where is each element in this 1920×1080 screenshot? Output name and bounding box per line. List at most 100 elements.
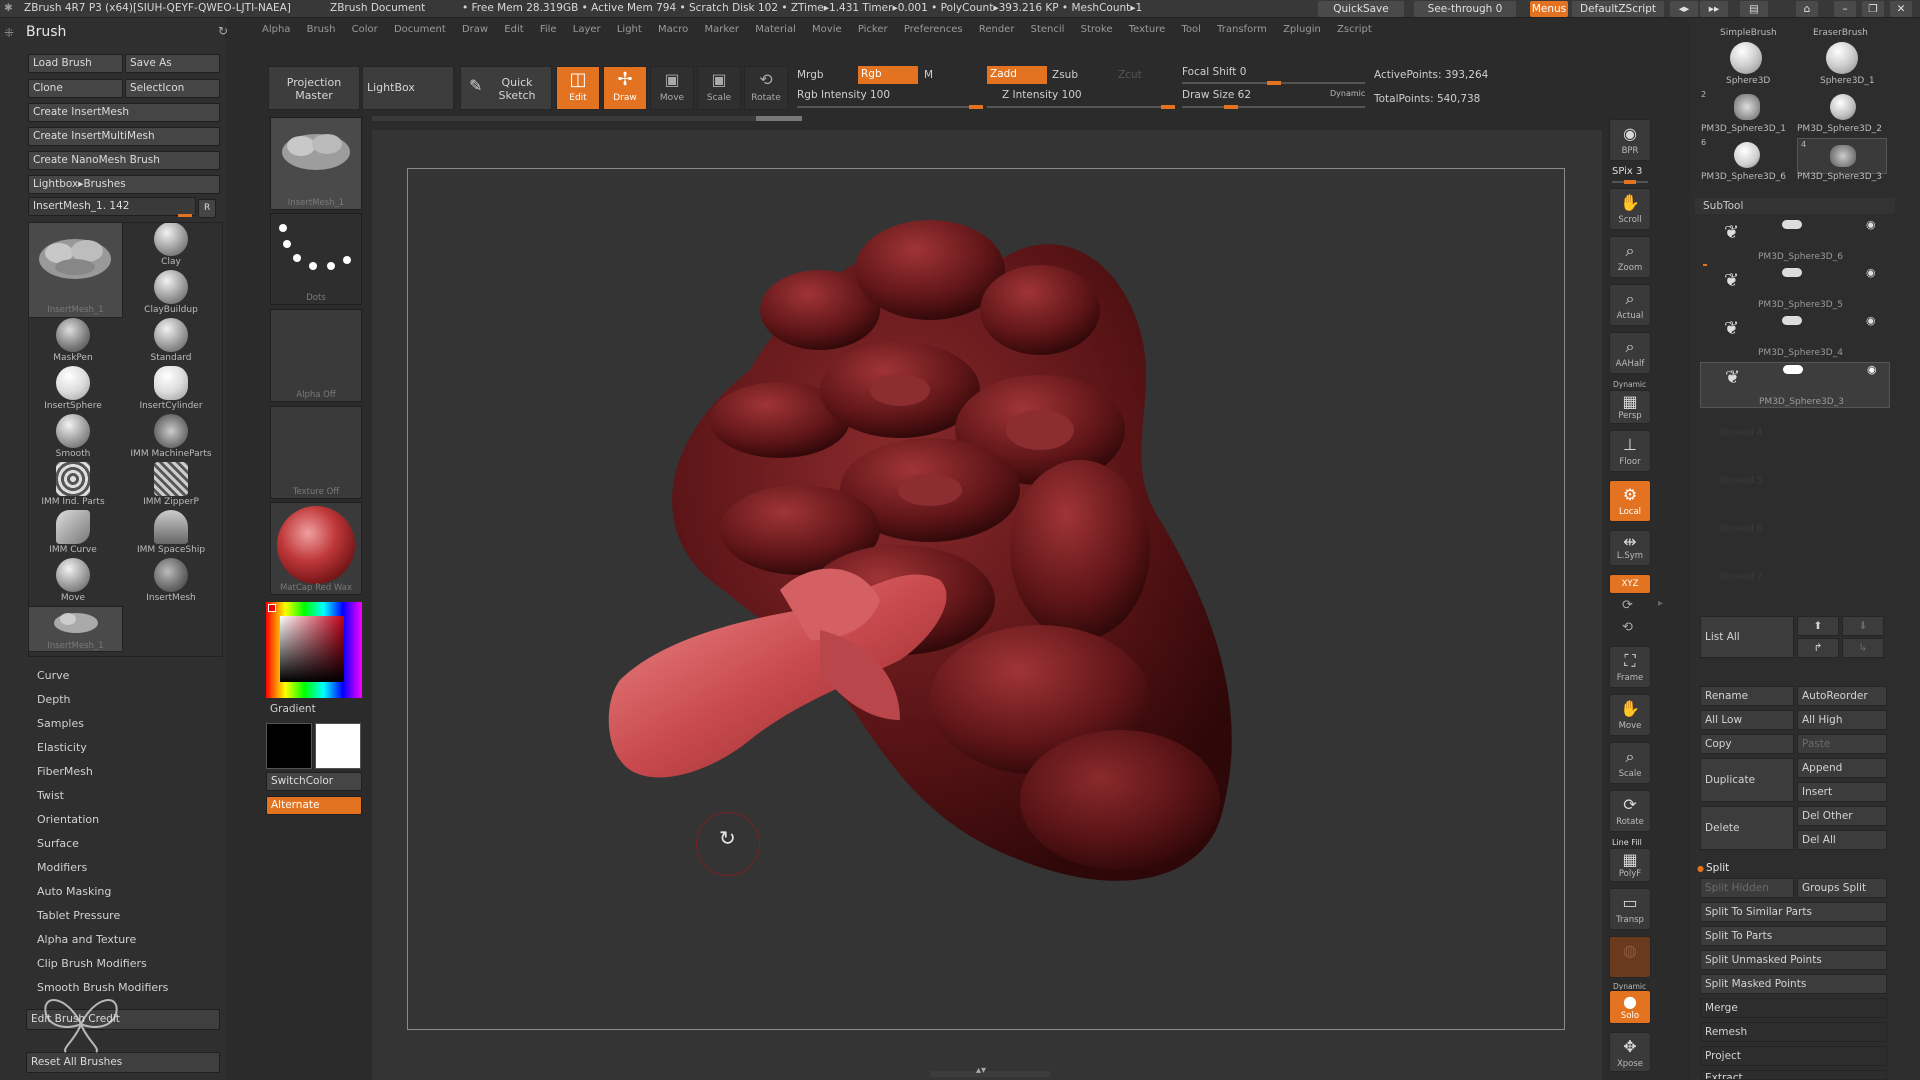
save-as-button[interactable]: Save As <box>125 54 220 73</box>
close-icon[interactable]: ✕ <box>1890 1 1912 17</box>
color-picker[interactable] <box>266 602 362 698</box>
menu-material[interactable]: Material <box>755 24 796 35</box>
refresh-icon[interactable]: ↻ <box>218 24 228 38</box>
lightbox-button[interactable]: LightBox <box>362 66 454 110</box>
menu-color[interactable]: Color <box>352 24 378 35</box>
delete-button[interactable]: Delete <box>1700 806 1794 850</box>
local-button[interactable]: ⚙ Local <box>1609 480 1651 522</box>
menu-stencil[interactable]: Stencil <box>1031 24 1065 35</box>
stroke-dots-preview[interactable]: Dots <box>270 213 362 305</box>
subtool-header[interactable]: SubTool <box>1695 198 1895 214</box>
brush-item-imm-ind-parts[interactable]: IMM Ind. Parts <box>28 462 118 508</box>
default-zscript-button[interactable]: DefaultZScript <box>1572 1 1664 17</box>
see-through-slider[interactable]: See-through 0 <box>1414 1 1516 17</box>
rgb-button[interactable]: Rgb <box>858 66 918 84</box>
del-other-button[interactable]: Del Other <box>1797 806 1887 826</box>
section-curve[interactable]: Curve <box>37 669 69 682</box>
menu-marker[interactable]: Marker <box>704 24 739 35</box>
pm3d-sphere3d-6-icon[interactable] <box>1734 142 1760 168</box>
r-button[interactable]: R <box>198 199 216 218</box>
section-depth[interactable]: Depth <box>37 693 71 706</box>
duplicate-button[interactable]: Duplicate <box>1700 758 1794 802</box>
menu-brush[interactable]: Brush <box>307 24 336 35</box>
brush-item-clay[interactable]: Clay <box>126 222 216 268</box>
merge-section[interactable]: Merge <box>1700 998 1887 1018</box>
list-all-button[interactable]: List All <box>1700 616 1794 658</box>
brush-item-smooth[interactable]: Smooth <box>28 414 118 460</box>
help-icon[interactable]: ⌂ <box>1796 1 1818 17</box>
menus-button[interactable]: Menus <box>1530 1 1568 17</box>
brush-item-maskpen[interactable]: MaskPen <box>28 318 118 364</box>
section-modifiers[interactable]: Modifiers <box>37 861 87 874</box>
menu-movie[interactable]: Movie <box>812 24 842 35</box>
focal-shift-slider[interactable]: Focal Shift 0 <box>1182 66 1246 78</box>
persp-button[interactable]: ▦ Persp <box>1609 390 1651 424</box>
polypaint-toggle[interactable] <box>1782 220 1802 229</box>
brush-item-insertmesh[interactable]: InsertMesh <box>126 558 216 604</box>
insert-button[interactable]: Insert <box>1797 782 1887 802</box>
section-samples[interactable]: Samples <box>37 717 84 730</box>
section-alpha-and-texture[interactable]: Alpha and Texture <box>37 933 136 946</box>
rotate-z-icon[interactable]: ⟲ <box>1622 620 1633 635</box>
brush-item-standard[interactable]: Standard <box>126 318 216 364</box>
layout-next-icon[interactable]: ▸▸ <box>1700 1 1728 17</box>
create-nanomesh-button[interactable]: Create NanoMesh Brush <box>28 151 220 170</box>
section-tablet-pressure[interactable]: Tablet Pressure <box>37 909 120 922</box>
restore-icon[interactable]: ❐ <box>1862 1 1884 17</box>
select-icon-button[interactable]: SelectIcon <box>125 79 220 98</box>
copy-button[interactable]: Copy <box>1700 734 1794 754</box>
remesh-section[interactable]: Remesh <box>1700 1022 1887 1042</box>
bottom-tray-handle[interactable]: ▴▾ <box>930 1065 1050 1077</box>
secondary-color-swatch[interactable] <box>266 723 312 769</box>
switch-color-button[interactable]: SwitchColor <box>266 772 362 791</box>
section-clip-brush-modifiers[interactable]: Clip Brush Modifiers <box>37 957 147 970</box>
rotate-mode-button[interactable]: ⟲ Rotate <box>744 66 788 110</box>
subtool-item-3-selected[interactable]: ❦ ◉ PM3D_Sphere3D_3 <box>1700 362 1890 408</box>
menu-draw[interactable]: Draw <box>462 24 488 35</box>
color-saturation-square[interactable] <box>280 616 344 682</box>
zadd-button[interactable]: Zadd <box>987 66 1047 84</box>
drag-handle-icon[interactable]: ⁜ <box>4 26 14 40</box>
rgb-intensity-slider[interactable]: Rgb Intensity 100 <box>797 89 890 101</box>
edit-button[interactable]: ◫ Edit <box>556 66 600 110</box>
scroll-button[interactable]: ✋ Scroll <box>1609 188 1651 230</box>
menu-texture[interactable]: Texture <box>1129 24 1166 35</box>
lightbox-brushes-button[interactable]: Lightbox▸Brushes <box>28 175 220 194</box>
z-intensity-slider[interactable]: Z Intensity 100 <box>1002 89 1082 101</box>
spix-slider[interactable]: SPix 3 <box>1612 166 1642 177</box>
insert-down-arrow-icon[interactable]: ↳ <box>1842 638 1884 658</box>
menu-zscript[interactable]: Zscript <box>1337 24 1372 35</box>
rotate-y-icon[interactable]: ⟳ <box>1622 598 1633 613</box>
insertmesh-preview[interactable]: InsertMesh_1 <box>270 117 362 210</box>
section-fibermesh[interactable]: FiberMesh <box>37 765 93 778</box>
menu-preferences[interactable]: Preferences <box>904 24 963 35</box>
alternate-button[interactable]: Alternate <box>266 796 362 815</box>
actual-button[interactable]: ⌕ Actual <box>1609 284 1651 326</box>
transp-button[interactable]: ▭ Transp <box>1609 888 1651 930</box>
frame-button[interactable]: ⛶ Frame <box>1609 646 1651 688</box>
pm3d-sphere3d-1-icon[interactable] <box>1734 94 1760 120</box>
scale-button[interactable]: ⌕ Scale <box>1609 742 1651 784</box>
section-elasticity[interactable]: Elasticity <box>37 741 87 754</box>
section-orientation[interactable]: Orientation <box>37 813 99 826</box>
menu-alpha[interactable]: Alpha <box>262 24 290 35</box>
polypaint-toggle[interactable] <box>1782 316 1802 325</box>
texture-preview[interactable]: Texture Off <box>270 406 362 499</box>
brush-item-imm-spaceship[interactable]: IMM SpaceShip <box>126 510 216 556</box>
split-hidden-button[interactable]: Split Hidden <box>1700 878 1794 898</box>
menu-picker[interactable]: Picker <box>858 24 888 35</box>
menu-tool[interactable]: Tool <box>1182 24 1201 35</box>
alpha-preview[interactable]: Alpha Off <box>270 309 362 402</box>
m-button[interactable]: M <box>924 69 933 81</box>
split-to-similar-parts-button[interactable]: Split To Similar Parts <box>1700 902 1887 922</box>
menu-macro[interactable]: Macro <box>658 24 688 35</box>
menu-light[interactable]: Light <box>617 24 642 35</box>
minimize-icon[interactable]: – <box>1834 1 1856 17</box>
sphere3d-1-tool-icon[interactable] <box>1826 42 1858 74</box>
mrgb-button[interactable]: Mrgb <box>797 69 824 81</box>
draw-size-slider[interactable]: Draw Size 62 <box>1182 89 1251 101</box>
shelf-scrollbar[interactable] <box>372 116 802 121</box>
scale-mode-button[interactable]: ▣ Scale <box>697 66 741 110</box>
split-masked-points-button[interactable]: Split Masked Points <box>1700 974 1887 994</box>
pm3d-sphere3d-2-icon[interactable] <box>1830 94 1856 120</box>
